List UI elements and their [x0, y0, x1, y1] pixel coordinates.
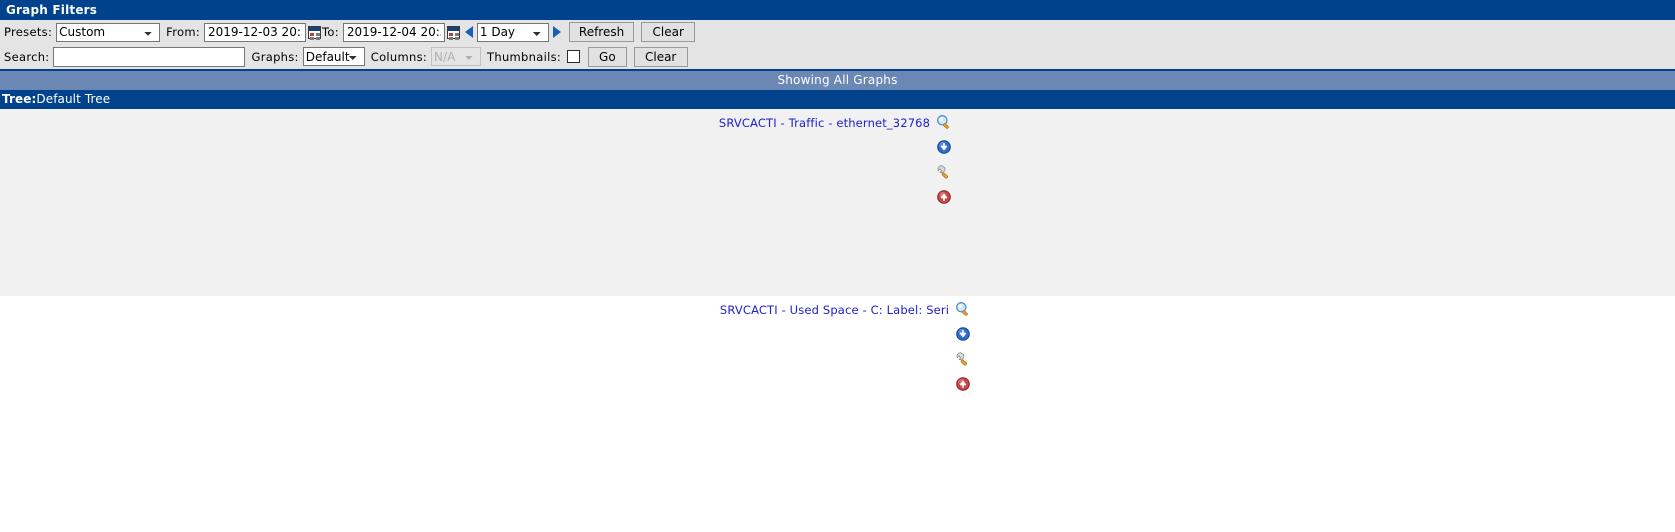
page-top-icon[interactable]: [937, 190, 951, 207]
graph-title-link[interactable]: SRVCACTI - Used Space - C: Label: Seri: [720, 303, 949, 317]
clear-button[interactable]: Clear: [641, 22, 696, 42]
graph-title-link[interactable]: SRVCACTI - Traffic - ethernet_32768: [719, 116, 930, 130]
graph-source-icon[interactable]: [936, 164, 952, 183]
graph-item: SRVCACTI - Traffic - ethernet_32768: [719, 109, 952, 296]
clear-filters-button[interactable]: Clear: [633, 46, 688, 67]
calendar-icon[interactable]: [446, 25, 460, 39]
from-label: From:: [166, 25, 200, 39]
columns-select: N/A: [431, 47, 482, 66]
filter-row-search: Search: Graphs: Default Columns: N/A Thu…: [0, 44, 1675, 69]
graph-actions: [936, 114, 952, 207]
graph-list: SRVCACTI - Traffic - ethernet_32768 SRVC…: [0, 109, 1675, 506]
columns-label: Columns:: [370, 49, 428, 64]
graphs-per-page-select[interactable]: Default: [302, 47, 365, 66]
zoom-graph-icon[interactable]: [936, 114, 952, 133]
to-label: To:: [322, 25, 339, 39]
presets-label: Presets:: [4, 25, 53, 39]
thumbnails-checkbox[interactable]: [567, 50, 581, 63]
refresh-button[interactable]: Refresh: [568, 22, 635, 42]
timespan-select[interactable]: 1 Day: [476, 22, 549, 42]
graph-filters-header: Graph Filters: [0, 0, 1675, 20]
graphs-label: Graphs:: [251, 49, 299, 64]
presets-select[interactable]: Custom: [56, 22, 161, 42]
csv-export-icon[interactable]: [937, 140, 951, 157]
from-date-input[interactable]: [204, 22, 306, 42]
zoom-graph-icon[interactable]: [955, 301, 971, 320]
tree-prefix-label: Tree:: [2, 92, 37, 106]
graph-item: SRVCACTI - Used Space - C: Label: Seri: [720, 296, 971, 506]
page-top-icon[interactable]: [956, 377, 970, 394]
graph-filters-body: Presets: Custom From: To: 1 Day Refresh …: [0, 20, 1675, 71]
showing-graphs-text: Showing All Graphs: [777, 73, 898, 87]
thumbnails-label: Thumbnails:: [487, 49, 562, 64]
graph-row: SRVCACTI - Used Space - C: Label: Seri: [0, 296, 1675, 506]
go-button[interactable]: Go: [588, 46, 627, 67]
graph-actions: [955, 301, 971, 394]
tree-header: Tree:Default Tree: [0, 90, 1675, 109]
graph-row: SRVCACTI - Traffic - ethernet_32768: [0, 109, 1675, 296]
arrow-left-icon[interactable]: [464, 26, 473, 38]
to-date-input[interactable]: [342, 22, 445, 42]
showing-graphs-banner: Showing All Graphs: [0, 71, 1675, 90]
csv-export-icon[interactable]: [956, 327, 970, 344]
search-input[interactable]: [53, 46, 246, 67]
calendar-icon[interactable]: [308, 25, 321, 39]
tree-name-label: Default Tree: [36, 92, 111, 106]
graph-filters-title: Graph Filters: [6, 3, 98, 17]
filter-row-dates: Presets: Custom From: To: 1 Day Refresh …: [0, 20, 1675, 44]
arrow-right-icon[interactable]: [552, 26, 561, 38]
graph-source-icon[interactable]: [955, 351, 971, 370]
search-label: Search:: [4, 49, 50, 64]
